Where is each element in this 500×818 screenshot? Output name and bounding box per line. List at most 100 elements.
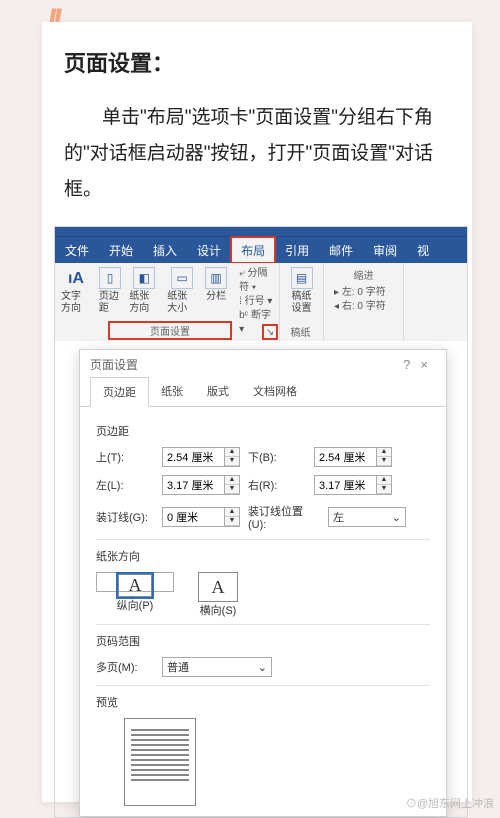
select-multipage[interactable]: 普通 ⌄ [162,657,272,677]
input-top[interactable] [162,447,224,467]
dialog-title-text: 页面设置 [90,356,138,373]
dlg-tab-paper[interactable]: 纸张 [149,377,195,406]
lbl-multipage: 多页(M): [96,659,154,675]
word-ribbon-tabs: 文件 开始 插入 设计 布局 引用 邮件 审阅 视 [55,237,467,263]
spin-left-btns[interactable]: ▲▼ [224,475,240,495]
article-card: 页面设置： 单击"布局"选项卡"页面设置"分组右下角的"对话框启动器"按钮，打开… [42,22,472,802]
group-label-page-setup: 页面设置 [109,322,231,339]
spin-right[interactable]: ▲▼ [314,475,392,495]
input-bottom[interactable] [314,447,376,467]
dlg-tab-layout[interactable]: 版式 [195,377,241,406]
tab-design[interactable]: 设计 [187,237,231,263]
section-orientation: 纸张方向 [96,548,430,564]
dlg-tab-grid[interactable]: 文档网格 [241,377,309,406]
lbl-left: 左(L): [96,477,154,493]
landscape-icon: A [198,572,238,602]
lbl-gutter: 装订线(G): [96,509,154,525]
tab-review[interactable]: 审阅 [363,237,407,263]
label-size: 纸张大小 [167,291,197,315]
dlg-tab-margins[interactable]: 页边距 [90,377,149,407]
gutter-pos-value: 左 [333,509,344,525]
opt-breaks[interactable]: ⤶ 分隔符 ▾ [239,267,273,295]
portrait-icon: A [118,574,152,597]
chevron-down-icon: ⌄ [258,661,267,674]
section-page-range: 页码范围 [96,633,430,649]
spin-gutter[interactable]: ▲▼ [162,507,240,527]
text-direction-icon: ıA [65,267,87,289]
tab-view[interactable]: 视 [407,237,439,263]
separator-1 [96,539,430,540]
watermark: ⊙@旭东网上冲浪 [406,795,494,811]
page-setup-dialog: 页面设置 ?× 页边距 纸张 版式 文档网格 页边距 上(T): ▲▼ [79,349,447,817]
portrait-label: 纵向(P) [117,597,154,613]
article-title: 页面设置： [64,46,450,78]
dialog-launcher-page-setup[interactable]: ↘ [263,325,277,339]
word-ribbon: ıA 文字方向 ▯ 页边距 ◧ 纸张方向 ▭ 纸张大小 [55,263,467,341]
landscape-label: 横向(S) [200,602,237,618]
lbl-bottom: 下(B): [248,449,306,465]
row-top-bottom: 上(T): ▲▼ 下(B): ▲▼ [96,447,430,467]
indent-right-row: ◂ 右: 0 字符 [334,300,397,314]
dialog-body: 页边距 上(T): ▲▼ 下(B): ▲▼ 左(L): [80,407,446,816]
group-label-gaozhi: 稿纸 [280,324,321,339]
columns-icon: ▥ [205,267,227,289]
tab-home[interactable]: 开始 [99,237,143,263]
separator-2 [96,624,430,625]
multipage-value: 普通 [167,659,189,675]
label-margins: 页边距 [99,291,121,315]
orientation-landscape[interactable]: A 横向(S) [198,572,238,618]
indent-options: ▸ 左: 0 字符 ◂ 右: 0 字符 [330,282,397,314]
lbl-top: 上(T): [96,449,154,465]
section-margins: 页边距 [96,423,430,439]
opt-line-numbers[interactable]: ⁞ 行号 ▾ [239,295,273,309]
select-gutter-pos[interactable]: 左⌄ [328,507,406,527]
spin-top-btns[interactable]: ▲▼ [224,447,240,467]
label-columns: 分栏 [206,291,226,303]
label-orientation: 纸张方向 [129,291,159,315]
tab-mailings[interactable]: 邮件 [319,237,363,263]
dialog-tabs: 页边距 纸张 版式 文档网格 [80,377,446,407]
orientation-portrait[interactable]: A 纵向(P) [96,572,174,592]
spin-bottom[interactable]: ▲▼ [314,447,392,467]
lbl-right: 右(R): [248,477,306,493]
margins-icon: ▯ [99,267,121,289]
spin-top[interactable]: ▲▼ [162,447,240,467]
separator-3 [96,685,430,686]
help-button[interactable]: ? [403,357,420,372]
row-left-right: 左(L): ▲▼ 右(R): ▲▼ [96,475,430,495]
group-indent: 缩进 ▸ 左: 0 字符 ◂ 右: 0 字符 [324,263,404,341]
input-right[interactable] [314,475,376,495]
tab-insert[interactable]: 插入 [143,237,187,263]
label-gaozhi-btn: 稿纸 设置 [292,291,312,315]
dialog-window-controls: ?× [403,357,438,372]
word-qat [55,227,467,237]
label-text-direction: 文字方向 [61,291,91,315]
input-left[interactable] [162,475,224,495]
chevron-down-icon: ⌄ [392,511,401,524]
spin-bottom-btns[interactable]: ▲▼ [376,447,392,467]
tab-references[interactable]: 引用 [275,237,319,263]
row-multipage: 多页(M): 普通 ⌄ [96,657,430,677]
row-gutter: 装订线(G): ▲▼ 装订线位置(U): 左⌄ [96,503,430,531]
section-preview: 预览 [96,694,430,710]
spin-gutter-btns[interactable]: ▲▼ [224,507,240,527]
indent-left-row: ▸ 左: 0 字符 [334,286,397,300]
group-page-setup: ıA 文字方向 ▯ 页边距 ◧ 纸张方向 ▭ 纸张大小 [55,263,280,341]
btn-gaozhi[interactable]: ▤ 稿纸 设置 [286,267,317,315]
size-icon: ▭ [171,267,193,289]
orientation-icon: ◧ [133,267,155,289]
tab-layout[interactable]: 布局 [231,237,275,263]
word-screenshot: 文件 开始 插入 设计 布局 引用 邮件 审阅 视 ıA 文字方向 ▯ 页边距 [54,226,468,818]
btn-text-direction[interactable]: ıA 文字方向 [61,267,91,337]
article-body: 单击"布局"选项卡"页面设置"分组右下角的"对话框启动器"按钮，打开"页面设置"… [64,100,450,208]
gaozhi-icon: ▤ [291,267,313,289]
spin-right-btns[interactable]: ▲▼ [376,475,392,495]
orientation-options: A 纵向(P) A 横向(S) [96,572,430,618]
input-gutter[interactable] [162,507,224,527]
indent-header: 缩进 [330,267,397,282]
tab-file[interactable]: 文件 [55,237,99,263]
close-button[interactable]: × [420,357,438,372]
preview-thumbnail [124,718,196,806]
group-gaozhi: ▤ 稿纸 设置 稿纸 [280,263,324,341]
spin-left[interactable]: ▲▼ [162,475,240,495]
